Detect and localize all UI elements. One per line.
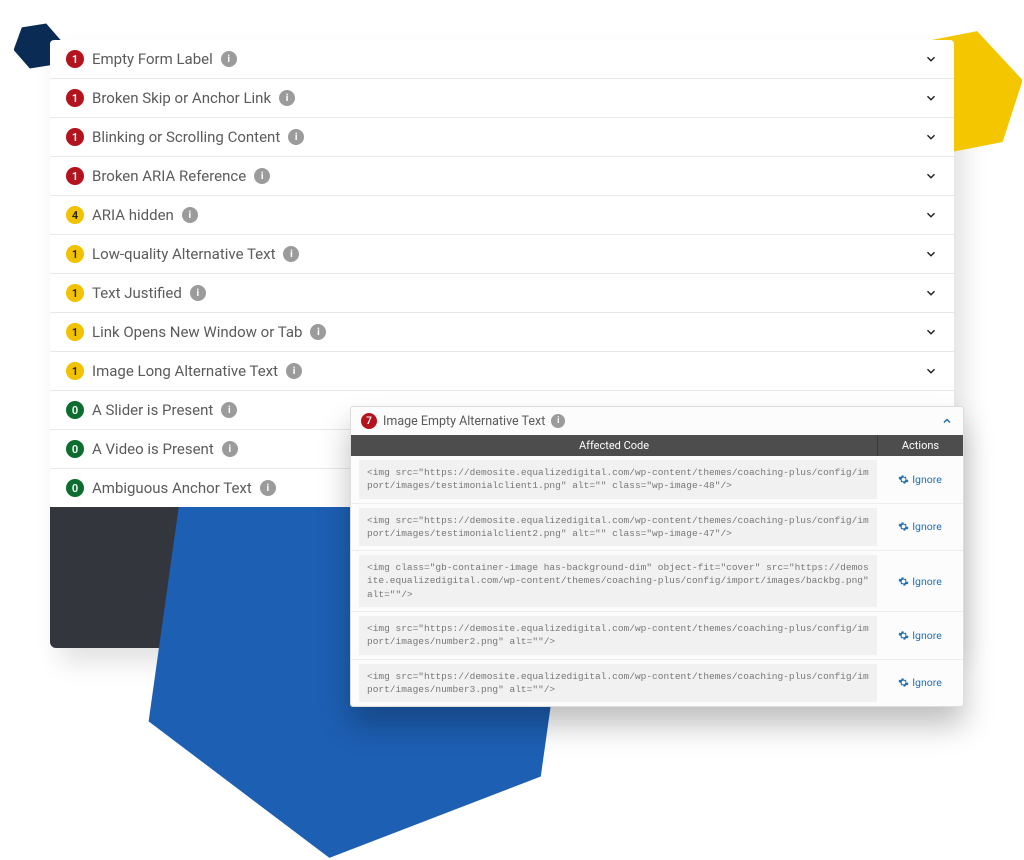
- ignore-label: Ignore: [912, 676, 942, 689]
- code-snippet: <img class="gb-container-image has-backg…: [359, 555, 877, 607]
- count-badge: 1: [66, 245, 84, 263]
- info-icon[interactable]: i: [254, 168, 270, 184]
- issue-row[interactable]: 4 ARIA hidden i: [50, 196, 954, 235]
- col-code-header: Affected Code: [351, 435, 877, 456]
- info-icon[interactable]: i: [551, 414, 565, 428]
- detail-count-badge: 7: [361, 413, 377, 429]
- table-row: <img src="https://demosite.equalizedigit…: [351, 660, 963, 707]
- ignore-label: Ignore: [912, 629, 942, 642]
- gear-icon: [898, 576, 909, 587]
- chevron-down-icon[interactable]: [924, 208, 938, 222]
- chevron-down-icon[interactable]: [924, 52, 938, 66]
- ignore-button[interactable]: Ignore: [885, 575, 955, 588]
- chevron-down-icon[interactable]: [924, 247, 938, 261]
- detail-title: Image Empty Alternative Text: [383, 414, 545, 429]
- detail-header[interactable]: 7 Image Empty Alternative Text i: [351, 407, 963, 435]
- issue-label: Low-quality Alternative Text: [92, 245, 275, 263]
- chevron-down-icon[interactable]: [924, 169, 938, 183]
- chevron-down-icon[interactable]: [924, 130, 938, 144]
- gear-icon: [898, 474, 909, 485]
- chevron-down-icon[interactable]: [924, 364, 938, 378]
- code-snippet: <img src="https://demosite.equalizedigit…: [359, 616, 877, 655]
- count-badge: 1: [66, 284, 84, 302]
- info-icon[interactable]: i: [288, 129, 304, 145]
- ignore-button[interactable]: Ignore: [885, 676, 955, 689]
- count-badge: 1: [66, 50, 84, 68]
- info-icon[interactable]: i: [190, 285, 206, 301]
- info-icon[interactable]: i: [221, 402, 237, 418]
- detail-table-header: Affected Code Actions: [351, 435, 963, 456]
- info-icon[interactable]: i: [279, 90, 295, 106]
- issue-label: Empty Form Label: [92, 50, 213, 68]
- ignore-button[interactable]: Ignore: [885, 473, 955, 486]
- ignore-label: Ignore: [912, 575, 942, 588]
- count-badge: 1: [66, 362, 84, 380]
- chevron-down-icon[interactable]: [924, 325, 938, 339]
- info-icon[interactable]: i: [283, 246, 299, 262]
- info-icon[interactable]: i: [310, 324, 326, 340]
- chevron-down-icon[interactable]: [924, 286, 938, 300]
- detail-rows: <img src="https://demosite.equalizedigit…: [351, 456, 963, 706]
- code-snippet: <img src="https://demosite.equalizedigit…: [359, 460, 877, 499]
- issue-row[interactable]: 1 Image Long Alternative Text i: [50, 352, 954, 391]
- info-icon[interactable]: i: [260, 480, 276, 496]
- issue-row[interactable]: 1 Link Opens New Window or Tab i: [50, 313, 954, 352]
- gear-icon: [898, 630, 909, 641]
- issue-label: A Slider is Present: [92, 401, 213, 419]
- issue-row[interactable]: 1 Low-quality Alternative Text i: [50, 235, 954, 274]
- count-badge: 1: [66, 89, 84, 107]
- issue-label: Text Justified: [92, 284, 182, 302]
- info-icon[interactable]: i: [222, 441, 238, 457]
- issue-row[interactable]: 1 Text Justified i: [50, 274, 954, 313]
- issue-label: ARIA hidden: [92, 206, 174, 224]
- info-icon[interactable]: i: [221, 51, 237, 67]
- gear-icon: [898, 677, 909, 688]
- issue-row[interactable]: 1 Empty Form Label i: [50, 40, 954, 79]
- count-badge: 1: [66, 323, 84, 341]
- ignore-button[interactable]: Ignore: [885, 629, 955, 642]
- col-actions-header: Actions: [877, 435, 963, 456]
- count-badge: 1: [66, 167, 84, 185]
- issue-label: Ambiguous Anchor Text: [92, 479, 252, 497]
- issue-row[interactable]: 1 Blinking or Scrolling Content i: [50, 118, 954, 157]
- count-badge: 4: [66, 206, 84, 224]
- count-badge: 0: [66, 401, 84, 419]
- chevron-down-icon[interactable]: [924, 91, 938, 105]
- gear-icon: [898, 521, 909, 532]
- issue-label: Image Long Alternative Text: [92, 362, 278, 380]
- issue-label: A Video is Present: [92, 440, 214, 458]
- code-snippet: <img src="https://demosite.equalizedigit…: [359, 664, 877, 703]
- table-row: <img src="https://demosite.equalizedigit…: [351, 504, 963, 552]
- count-badge: 1: [66, 128, 84, 146]
- issue-label: Link Opens New Window or Tab: [92, 323, 302, 341]
- code-snippet: <img src="https://demosite.equalizedigit…: [359, 508, 877, 547]
- ignore-label: Ignore: [912, 520, 942, 533]
- issue-label: Blinking or Scrolling Content: [92, 128, 280, 146]
- table-row: <img class="gb-container-image has-backg…: [351, 551, 963, 612]
- count-badge: 0: [66, 440, 84, 458]
- issue-label: Broken ARIA Reference: [92, 167, 246, 185]
- info-icon[interactable]: i: [286, 363, 302, 379]
- issue-label: Broken Skip or Anchor Link: [92, 89, 271, 107]
- issue-row[interactable]: 1 Broken ARIA Reference i: [50, 157, 954, 196]
- issue-detail-popup: 7 Image Empty Alternative Text i Affecte…: [350, 406, 964, 707]
- table-row: <img src="https://demosite.equalizedigit…: [351, 612, 963, 660]
- count-badge: 0: [66, 479, 84, 497]
- table-row: <img src="https://demosite.equalizedigit…: [351, 456, 963, 504]
- ignore-button[interactable]: Ignore: [885, 520, 955, 533]
- issue-row[interactable]: 1 Broken Skip or Anchor Link i: [50, 79, 954, 118]
- collapse-icon[interactable]: [941, 415, 953, 427]
- ignore-label: Ignore: [912, 473, 942, 486]
- info-icon[interactable]: i: [182, 207, 198, 223]
